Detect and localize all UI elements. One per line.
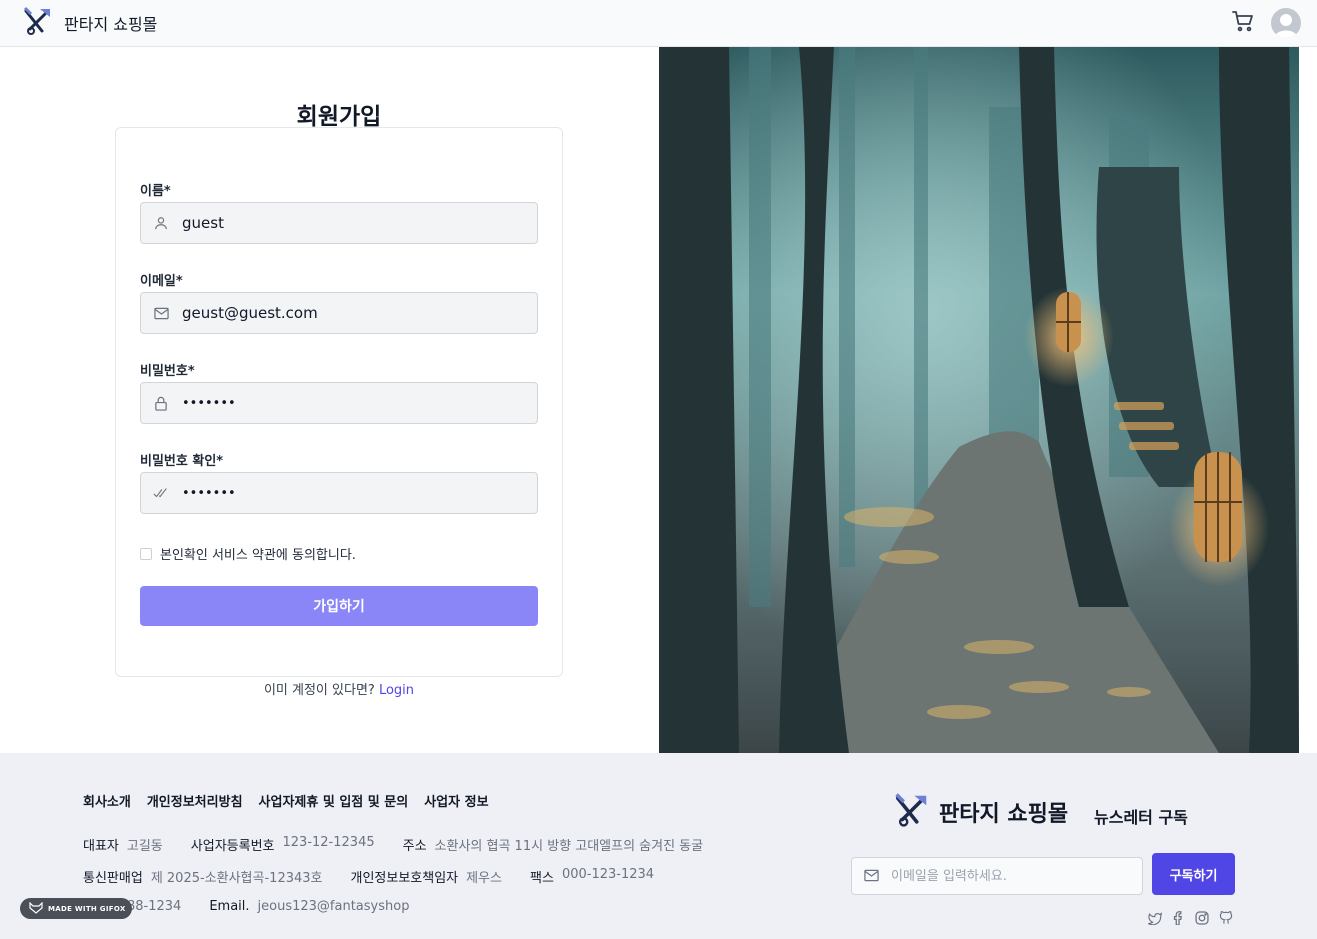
avatar[interactable] [1271,8,1301,38]
fantasy-forest-image [659,47,1299,753]
top-header: 판타지 쇼핑몰 [0,0,1317,47]
info-key: Email. [209,899,250,914]
footer-info-row: 88-1234 Email. jeous123@fantasyshop [127,899,437,914]
agree-row[interactable]: 본인확인 서비스 약관에 동의합니다. [140,544,356,563]
email-input[interactable] [182,304,522,322]
lock-icon [153,395,169,411]
name-input[interactable] [182,214,522,232]
agree-checkbox[interactable] [140,547,152,560]
login-link[interactable]: Login [379,683,414,698]
login-prompt-row: 이미 계정이 있다면? Login [115,679,563,698]
signup-section: 회원가입 이름* 이메일* 비밀번호* 비밀번호 확인* [0,47,659,753]
page-title: 회원가입 [296,104,382,130]
info-key: 개인정보보호책임자 [350,871,459,886]
logo-sword-icon [22,5,54,41]
info-value: 000-123-1234 [561,867,655,882]
confirm-password-input[interactable] [182,485,522,501]
badge-text: MADE WITH GIFOX [48,904,126,913]
info-value: 88-1234 [127,899,182,914]
info-value: 123-12-12345 [282,835,375,850]
signup-submit-button[interactable]: 가입하기 [140,586,538,626]
info-key: 주소 [402,839,427,854]
confirm-password-field[interactable] [140,472,538,514]
brand-link[interactable]: 판타지 쇼핑몰 [22,5,157,41]
footer-link-privacy[interactable]: 개인정보처리방침 [147,791,243,810]
facebook-icon[interactable] [1170,910,1186,926]
password-field[interactable] [140,382,538,424]
info-key: 팩스 [530,871,554,886]
email-field[interactable] [140,292,538,334]
newsletter-email-field[interactable] [851,857,1143,895]
social-links [1146,910,1234,926]
confirm-password-label: 비밀번호 확인* [140,454,224,469]
signup-card: 이름* 이메일* 비밀번호* 비밀번호 확인* [115,127,563,677]
footer-link-partnership[interactable]: 사업자제휴 및 입점 및 문의 [259,791,409,810]
info-key: 대표자 [83,839,119,854]
footer-links: 회사소개 개인정보처리방침 사업자제휴 및 입점 및 문의 사업자 정보 [83,791,489,810]
name-label: 이름* [140,184,171,199]
newsletter-email-input[interactable] [891,868,1131,884]
github-icon[interactable] [1218,910,1234,926]
password-input[interactable] [182,395,522,411]
double-check-icon [153,485,169,501]
password-label: 비밀번호* [140,364,195,379]
info-value: 고길동 [126,839,163,854]
footer-brand-name: 판타지 쇼핑몰 [939,802,1069,827]
mail-icon [864,867,879,886]
subscribe-button[interactable]: 구독하기 [1152,853,1235,895]
brand-name: 판타지 쇼핑몰 [64,15,158,34]
fox-icon [29,901,43,916]
info-key: 통신판매업 [83,871,143,886]
mail-icon [153,305,169,321]
footer-info-row: 대표자 고길동 사업자등록번호 123-12-12345 주소 소환사의 협곡 … [83,835,731,854]
newsletter-title: 뉴스레터 구독 [1094,808,1188,827]
footer-link-about[interactable]: 회사소개 [83,791,131,810]
footer-brand: 판타지 쇼핑몰 [893,791,1068,833]
logo-sword-icon [893,791,931,833]
info-value: 제 2025-소환사협곡-12343호 [150,871,323,886]
user-icon [153,215,169,231]
footer-info-row: 통신판매업 제 2025-소환사협곡-12343호 개인정보보호책임자 제우스 … [83,867,682,886]
info-value: 소환사의 협곡 11시 방향 고대엘프의 숨겨진 동굴 [434,839,704,854]
info-value: 제우스 [466,871,503,886]
name-field[interactable] [140,202,538,244]
info-value: jeous123@fantasyshop [257,899,410,914]
footer: 회사소개 개인정보처리방침 사업자제휴 및 입점 및 문의 사업자 정보 대표자… [0,753,1317,939]
instagram-icon[interactable] [1194,910,1210,926]
info-key: 사업자등록번호 [190,839,275,854]
made-with-gifox-badge: MADE WITH GIFOX [20,898,132,919]
cart-icon[interactable] [1231,9,1255,37]
twitter-icon[interactable] [1146,910,1162,926]
email-label: 이메일* [140,274,183,289]
login-prompt: 이미 계정이 있다면? [263,683,375,698]
image-right-margin [1299,47,1317,753]
agree-label: 본인확인 서비스 약관에 동의합니다. [160,548,356,563]
footer-link-business-info[interactable]: 사업자 정보 [424,791,488,810]
